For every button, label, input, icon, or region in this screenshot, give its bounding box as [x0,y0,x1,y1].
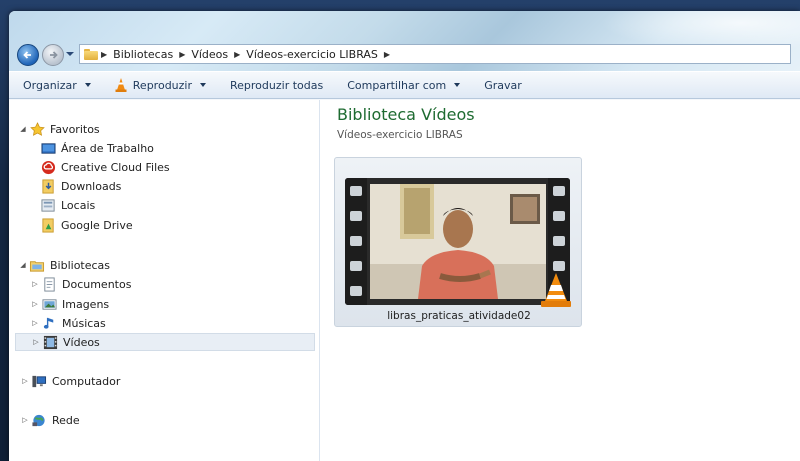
organize-label: Organizar [23,78,77,92]
expand-icon[interactable]: ▷ [21,416,29,424]
expand-icon[interactable]: ▷ [31,300,39,308]
recent-places-icon [40,197,56,213]
tree-item-recent-places[interactable]: Locais [40,196,95,214]
recent-pages-dropdown[interactable] [66,52,74,56]
tree-item-label: Vídeos [63,335,100,349]
burn-button[interactable]: Gravar [484,79,522,92]
share-label: Compartilhar com [347,78,447,92]
tree-item-videos[interactable]: ▷ Vídeos [15,333,315,351]
tree-item-documents[interactable]: ▷ Documentos [31,275,131,293]
tree-item-label: Área de Trabalho [61,141,154,155]
video-file-name: libras_praticas_atividade02 [387,310,531,322]
forward-button[interactable] [42,44,64,66]
tree-item-downloads[interactable]: Downloads [40,177,121,195]
chevron-right-icon[interactable]: ▶ [101,50,107,59]
creative-cloud-icon [40,159,56,175]
arrow-right-icon [50,51,58,59]
play-button[interactable]: Reproduzir [115,78,206,92]
tree-item-label: Creative Cloud Files [61,160,170,174]
tree-item-label: Downloads [61,179,122,193]
tree-item-pictures[interactable]: ▷ Imagens [31,295,109,313]
expand-icon[interactable]: ▷ [32,338,40,346]
tree-item-label: Imagens [62,297,110,311]
chevron-down-icon [84,83,91,87]
chevron-down-icon [454,83,461,87]
documents-icon [41,276,57,292]
play-all-button[interactable]: Reproduzir todas [230,79,323,92]
library-subtitle: Vídeos-exercicio LIBRAS [337,129,463,141]
collapse-icon[interactable]: ◢ [19,125,27,133]
video-frame-image [370,184,546,299]
star-icon [29,121,45,137]
arrow-left-icon [23,51,31,59]
video-thumbnail [345,178,570,305]
back-button[interactable] [17,44,39,66]
chevron-right-icon[interactable]: ▶ [179,50,185,59]
libraries-label: Bibliotecas [50,258,111,272]
vlc-cone-icon [115,78,127,92]
desktop-icon [40,140,56,156]
share-button[interactable]: Compartilhar com [347,78,461,92]
tree-libraries[interactable]: ◢ Bibliotecas [19,256,110,274]
tree-item-label: Google Drive [61,218,133,232]
library-title: Biblioteca Vídeos [337,105,475,124]
breadcrumb-videos[interactable]: Vídeos [191,48,228,61]
tree-item-label: Locais [61,198,96,212]
play-label: Reproduzir [132,78,192,92]
google-drive-folder-icon [40,217,56,233]
tree-network[interactable]: ▷ Rede [21,411,80,429]
expand-icon[interactable]: ▷ [31,319,39,327]
breadcrumb-bibliotecas[interactable]: Bibliotecas [113,48,173,61]
tree-item-google-drive[interactable]: Google Drive [40,216,133,234]
libraries-icon [29,257,45,273]
videos-icon [42,334,58,350]
tree-item-label: Documentos [62,277,132,291]
chevron-right-icon[interactable]: ▶ [384,50,390,59]
tree-computer[interactable]: ▷ Computador [21,372,120,390]
folder-icon [84,48,98,60]
tree-item-label: Músicas [62,316,106,330]
vlc-cone-icon [541,273,571,307]
favorites-label: Favoritos [50,122,100,136]
content-area[interactable]: Biblioteca Vídeos Vídeos-exercicio LIBRA… [320,100,800,461]
play-all-label: Reproduzir todas [230,78,324,92]
network-label: Rede [52,413,80,427]
tree-item-music[interactable]: ▷ Músicas [31,314,106,332]
command-bar: Organizar Reproduzir Reproduzir todas Co… [9,71,800,99]
computer-label: Computador [52,374,121,388]
navigation-pane[interactable]: ◢ Favoritos Área de Trabalho Creative Cl… [9,100,320,461]
tree-item-creative-cloud[interactable]: Creative Cloud Files [40,158,170,176]
breadcrumb-videos-exercicio[interactable]: Vídeos-exercicio LIBRAS [246,48,378,61]
address-bar[interactable]: ▶ Bibliotecas ▶ Vídeos ▶ Vídeos-exercici… [79,44,791,64]
explorer-window: ▶ Bibliotecas ▶ Vídeos ▶ Vídeos-exercici… [9,11,800,461]
chevron-down-icon [200,83,206,87]
tree-item-desktop[interactable]: Área de Trabalho [40,139,154,157]
organize-button[interactable]: Organizar [23,79,91,92]
burn-label: Gravar [484,78,522,92]
pictures-icon [41,296,57,312]
downloads-folder-icon [40,178,56,194]
collapse-icon[interactable]: ◢ [19,261,27,269]
expand-icon[interactable]: ▷ [31,280,39,288]
expand-icon[interactable]: ▷ [21,377,29,385]
video-file-tile[interactable]: libras_praticas_atividade02 [334,157,582,327]
network-icon [31,412,47,428]
music-icon [41,315,57,331]
tree-favorites[interactable]: ◢ Favoritos [19,120,100,138]
chevron-right-icon[interactable]: ▶ [234,50,240,59]
computer-icon [31,373,47,389]
